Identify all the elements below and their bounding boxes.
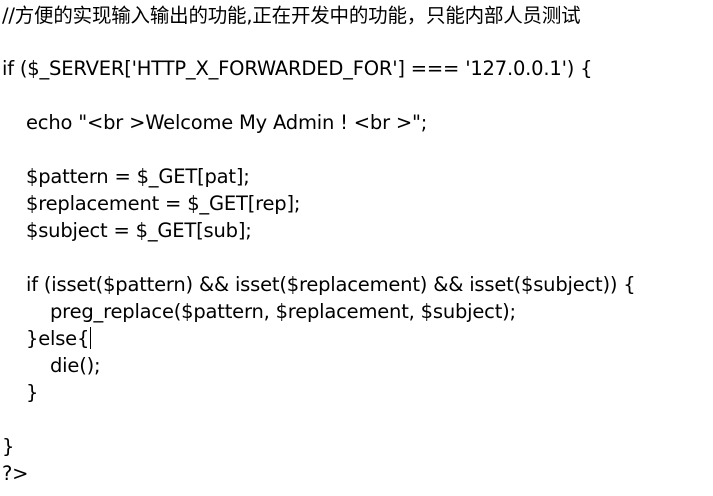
code-line-preg-replace: preg_replace($pattern, $replacement, $su… [50,300,516,323]
code-line-php-close: ?> [2,462,29,485]
code-editor[interactable]: //方便的实现输入输出的功能,正在开发中的功能，只能内部人员测试 if ($_S… [0,0,713,496]
code-line-pattern: $pattern = $_GET[pat]; [26,165,250,188]
code-line-else: }else{ [26,325,92,352]
code-line-replacement: $replacement = $_GET[rep]; [26,192,301,215]
code-line-subject: $subject = $_GET[sub]; [26,219,252,242]
text-cursor [90,327,92,349]
code-line-else-text: }else{ [26,327,90,350]
code-line-close-inner: } [26,381,39,404]
code-line-if-isset: if (isset($pattern) && isset($replacemen… [26,273,636,296]
code-line-echo: echo "<br >Welcome My Admin ! <br >"; [26,111,428,134]
code-line-close-outer: } [2,435,15,458]
code-line-if-server: if ($_SERVER['HTTP_X_FORWARDED_FOR'] ===… [2,57,593,80]
code-line-comment: //方便的实现输入输出的功能,正在开发中的功能，只能内部人员测试 [2,4,581,27]
code-line-die: die(); [50,354,101,377]
